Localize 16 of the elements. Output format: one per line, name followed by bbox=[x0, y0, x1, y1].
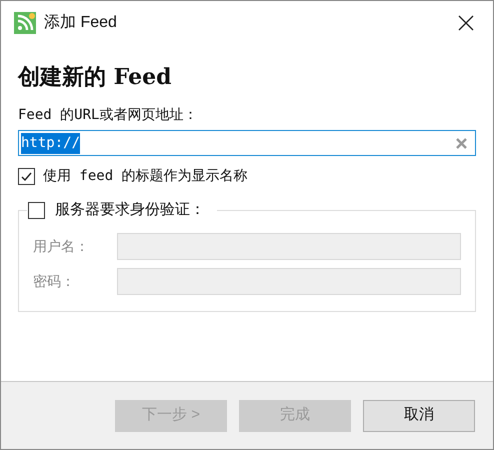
checkmark-icon bbox=[20, 170, 33, 183]
url-label: Feed 的URL或者网页地址： bbox=[18, 106, 198, 125]
checkbox-label: 使用 feed 的标题作为显示名称 bbox=[43, 167, 248, 186]
url-text: http:// bbox=[21, 132, 80, 154]
window-title: 添加 Feed bbox=[44, 12, 117, 33]
url-field[interactable]: http:// bbox=[18, 130, 476, 156]
dialog-heading: 创建新的 Feed bbox=[18, 63, 172, 91]
field-label: 密码： bbox=[33, 272, 76, 291]
close-icon[interactable] bbox=[458, 15, 474, 31]
field-label: 用户名： bbox=[33, 237, 90, 256]
group-label: 服务器要求身份验证： bbox=[55, 200, 205, 220]
clear-icon[interactable] bbox=[456, 138, 467, 148]
checkbox[interactable] bbox=[18, 168, 35, 185]
dialog-button[interactable]: 取消 bbox=[363, 400, 475, 432]
checkbox[interactable] bbox=[28, 202, 45, 219]
feed-icon bbox=[14, 12, 36, 34]
